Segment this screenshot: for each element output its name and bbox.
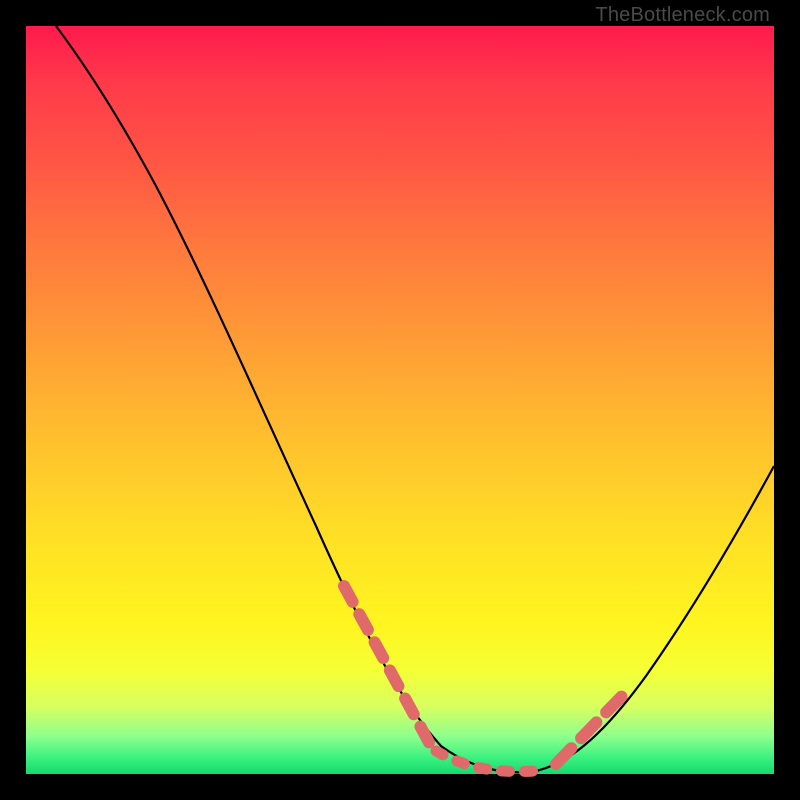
left-dash-overlay: [344, 586, 431, 746]
bottleneck-curve-svg: [26, 26, 774, 774]
bottleneck-curve-path: [56, 26, 774, 772]
chart-frame: TheBottleneck.com: [0, 0, 800, 800]
attribution-text: TheBottleneck.com: [595, 4, 770, 27]
right-dash-overlay: [556, 694, 624, 764]
